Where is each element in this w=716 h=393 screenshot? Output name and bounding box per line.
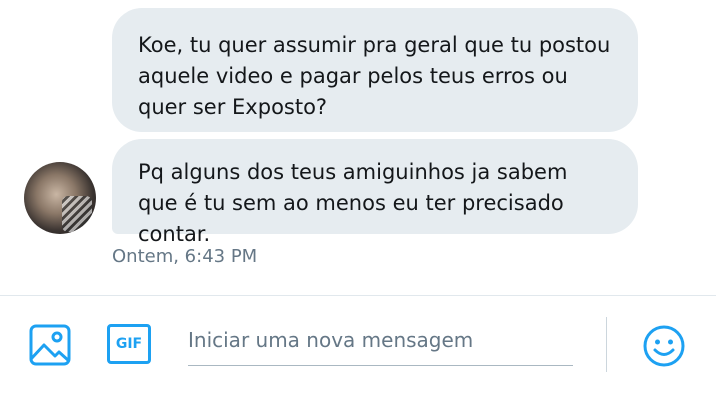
composer-divider	[0, 295, 716, 296]
composer-separator	[606, 317, 607, 372]
image-icon[interactable]	[28, 323, 72, 367]
message-bubble[interactable]: Koe, tu quer assumir pra geral que tu po…	[112, 8, 638, 132]
message-bubble[interactable]: Pq alguns dos teus amiguinhos ja sabem q…	[112, 139, 638, 246]
new-message-input[interactable]	[188, 322, 573, 366]
gif-label: GIF	[115, 336, 143, 352]
gif-icon[interactable]: GIF	[107, 324, 151, 364]
message-timestamp: Ontem, 6:43 PM	[112, 246, 258, 267]
sender-avatar[interactable]	[24, 162, 96, 234]
emoji-icon[interactable]	[642, 324, 686, 368]
dm-conversation: Koe, tu quer assumir pra geral que tu po…	[0, 0, 716, 393]
message-text: Koe, tu quer assumir pra geral que tu po…	[138, 33, 611, 119]
message-text: Pq alguns dos teus amiguinhos ja sabem q…	[138, 160, 568, 246]
